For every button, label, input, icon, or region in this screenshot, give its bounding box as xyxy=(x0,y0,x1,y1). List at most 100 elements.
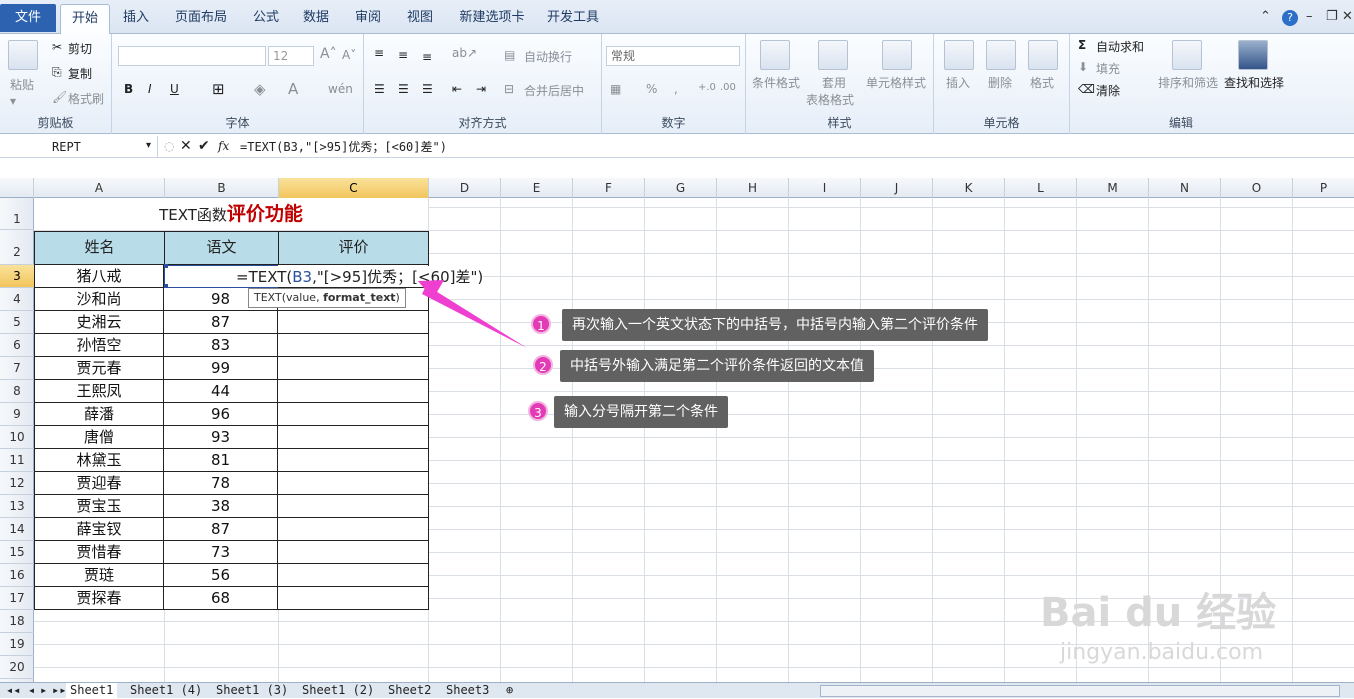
align-left-icon[interactable]: ☰ xyxy=(374,82,385,96)
merge-icon[interactable]: ⊟ xyxy=(504,82,514,96)
cancel-icon[interactable]: ✕ xyxy=(180,138,192,154)
formula-input[interactable]: =TEXT(B3,"[>95]优秀；[<60]差") xyxy=(240,136,447,158)
clear-button[interactable]: 清除 xyxy=(1096,82,1120,99)
merge-center-button[interactable]: 合并后居中 xyxy=(524,82,584,99)
tab-insert[interactable]: 插入 xyxy=(114,6,158,34)
row-header[interactable]: 16 xyxy=(0,564,34,587)
column-header[interactable]: B xyxy=(165,178,279,198)
row-header[interactable]: 9 xyxy=(0,403,34,426)
indent-decrease-icon[interactable]: ⇤ xyxy=(452,82,462,96)
column-header[interactable]: M xyxy=(1077,178,1149,198)
name-box[interactable]: REPT xyxy=(0,136,158,158)
comma-button[interactable]: , xyxy=(674,82,678,96)
row-header[interactable]: 8 xyxy=(0,380,34,403)
binoculars-icon[interactable] xyxy=(1238,40,1268,70)
find-select-button[interactable]: 查找和选择 xyxy=(1224,74,1284,91)
insert-cells-button[interactable]: 插入 xyxy=(946,74,970,91)
window-close-icon[interactable]: ✕ xyxy=(1342,9,1353,24)
column-header[interactable]: L xyxy=(1005,178,1077,198)
conditional-format-button[interactable]: 条件格式 xyxy=(752,74,800,91)
horizontal-scrollbar[interactable] xyxy=(820,685,1340,697)
tab-review[interactable]: 审阅 xyxy=(346,6,390,34)
border-icon[interactable]: ⊞ xyxy=(212,80,225,98)
grow-font-icon[interactable]: A˄ xyxy=(320,46,337,62)
sheet-tab[interactable]: Sheet1 (3) xyxy=(212,683,292,699)
underline-button[interactable]: U xyxy=(170,82,179,96)
table-format-button[interactable]: 套用 xyxy=(822,74,846,91)
format-cells-icon[interactable] xyxy=(1028,40,1058,70)
align-right-icon[interactable]: ☰ xyxy=(422,82,433,96)
fill-icon[interactable]: ⬇ xyxy=(1078,60,1088,74)
expand-icon[interactable]: ◌ xyxy=(164,139,174,153)
row-header[interactable]: 3 xyxy=(0,265,34,288)
row-header[interactable]: 20 xyxy=(0,656,34,679)
tab-developer[interactable]: 开发工具 xyxy=(540,6,606,34)
cut-icon[interactable]: ✂ xyxy=(52,40,62,54)
format-painter-icon[interactable]: 🖌 xyxy=(52,90,67,104)
font-name-combo[interactable] xyxy=(118,46,266,66)
column-header[interactable]: N xyxy=(1149,178,1221,198)
format-painter-button[interactable]: 格式刷 xyxy=(68,90,104,107)
column-header[interactable]: A xyxy=(34,178,165,198)
window-restore-icon[interactable]: ❐ xyxy=(1326,9,1338,24)
row-header[interactable]: 1 xyxy=(0,198,34,230)
name-box-dropdown-icon[interactable]: ▾ xyxy=(146,140,151,151)
row-header[interactable]: 19 xyxy=(0,633,34,656)
first-sheet-icon[interactable]: ◂◂ xyxy=(2,683,24,699)
row-header[interactable]: 13 xyxy=(0,495,34,518)
column-header[interactable]: H xyxy=(717,178,789,198)
phonetic-icon[interactable]: wén xyxy=(328,82,353,96)
orientation-icon[interactable]: ab↗ xyxy=(452,46,477,60)
sort-filter-icon[interactable] xyxy=(1172,40,1202,70)
cut-button[interactable]: 剪切 xyxy=(68,40,92,57)
conditional-format-icon[interactable] xyxy=(760,40,790,70)
sheet-tab[interactable]: Sheet1 (4) xyxy=(126,683,206,699)
align-bottom-icon[interactable]: ≡ xyxy=(422,50,432,64)
paste-button[interactable]: 粘贴 xyxy=(10,76,34,93)
column-header[interactable]: C xyxy=(279,178,429,198)
tab-page-layout[interactable]: 页面布局 xyxy=(164,6,238,34)
column-header[interactable]: K xyxy=(933,178,1005,198)
column-header[interactable]: P xyxy=(1293,178,1354,198)
minimize-ribbon-icon[interactable]: ⌃ xyxy=(1260,9,1271,24)
sheet-tab[interactable]: Sheet3 xyxy=(442,683,493,699)
fx-icon[interactable]: fx xyxy=(218,139,229,153)
percent-button[interactable]: % xyxy=(646,82,657,96)
increase-decimal-icon[interactable]: +.0 xyxy=(698,82,716,93)
help-icon[interactable]: ? xyxy=(1282,10,1298,26)
tab-file[interactable]: 文件 xyxy=(0,4,56,32)
sheet-tab[interactable]: Sheet2 xyxy=(384,683,435,699)
sigma-icon[interactable]: Σ xyxy=(1078,38,1086,52)
enter-icon[interactable]: ✔ xyxy=(198,138,210,154)
align-top-icon[interactable]: ≡ xyxy=(374,46,384,60)
sheet-tab[interactable]: Sheet1 (2) xyxy=(298,683,378,699)
select-all-corner[interactable] xyxy=(0,178,34,198)
currency-icon[interactable]: ▦ xyxy=(610,82,621,96)
tab-new[interactable]: 新建选项卡 xyxy=(450,6,534,34)
tab-formulas[interactable]: 公式 xyxy=(244,6,288,34)
row-header[interactable]: 5 xyxy=(0,311,34,334)
align-center-icon[interactable]: ☰ xyxy=(398,82,409,96)
row-header[interactable]: 15 xyxy=(0,541,34,564)
paste-icon[interactable] xyxy=(8,40,38,70)
eraser-icon[interactable]: ⌫ xyxy=(1078,82,1095,96)
font-color-icon[interactable]: A xyxy=(288,80,298,98)
tab-view[interactable]: 视图 xyxy=(398,6,442,34)
sort-filter-button[interactable]: 排序和筛选 xyxy=(1158,74,1218,91)
format-cells-button[interactable]: 格式 xyxy=(1030,74,1054,91)
decrease-decimal-icon[interactable]: .00 xyxy=(720,82,736,93)
font-size-combo[interactable]: 12 xyxy=(268,46,314,66)
number-format-combo[interactable]: 常规 xyxy=(606,46,740,66)
bold-button[interactable]: B xyxy=(124,82,133,96)
cell-style-icon[interactable] xyxy=(882,40,912,70)
delete-cells-button[interactable]: 删除 xyxy=(988,74,1012,91)
sheet-tab[interactable]: Sheet1 xyxy=(66,683,118,699)
row-header[interactable]: 11 xyxy=(0,449,34,472)
cell-style-button[interactable]: 单元格样式 xyxy=(866,74,926,91)
row-header[interactable]: 10 xyxy=(0,426,34,449)
column-header[interactable]: G xyxy=(645,178,717,198)
tab-data[interactable]: 数据 xyxy=(294,6,338,34)
row-header[interactable]: 17 xyxy=(0,587,34,610)
column-header[interactable]: I xyxy=(789,178,861,198)
row-header[interactable]: 2 xyxy=(0,230,34,265)
